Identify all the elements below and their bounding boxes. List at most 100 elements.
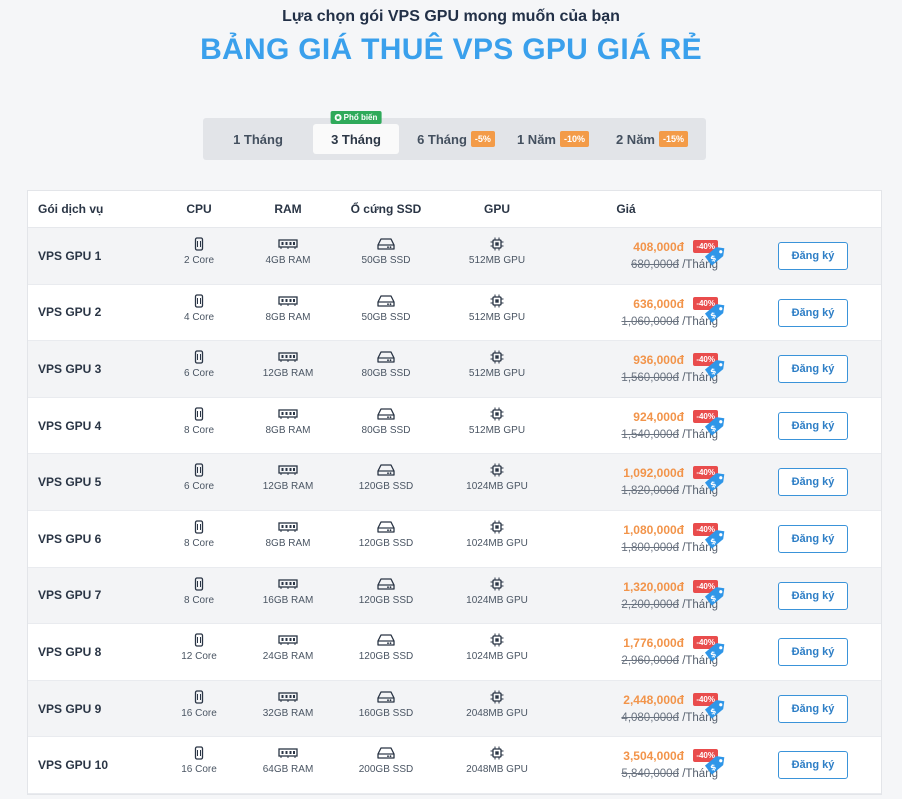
billing-period-tabs: 1 Tháng Phổ biến 3 Tháng 6 Tháng -5% 1 N… (203, 111, 706, 160)
current-price: 1,320,000đ (623, 579, 684, 594)
gpu-cell: 512MB GPU (447, 350, 547, 379)
ssd-cell: 80GB SSD (336, 350, 436, 379)
cpu-value: 6 Core (183, 368, 214, 380)
hard-drive-icon (377, 464, 395, 477)
register-button[interactable]: Đăng ký (778, 242, 848, 270)
price-tag-icon: $ (704, 303, 725, 323)
cpu-icon (194, 690, 204, 704)
current-price: 1,776,000đ (623, 636, 684, 651)
ssd-cell: 120GB SSD (336, 633, 436, 662)
chip-icon (490, 350, 504, 364)
cpu-cell: 16 Core (149, 746, 249, 775)
hard-drive-icon (377, 691, 395, 703)
tab-1-month[interactable]: 1 Tháng (213, 124, 303, 154)
chip-icon (490, 577, 504, 591)
plan-name: VPS GPU 7 (38, 588, 102, 603)
gpu-cell: 1024MB GPU (447, 577, 547, 606)
current-price: 1,080,000đ (623, 522, 684, 537)
hard-drive-icon (377, 521, 395, 533)
register-button[interactable]: Đăng ký (778, 638, 848, 667)
ram-icon (278, 578, 298, 589)
ram-value: 64GB RAM (262, 764, 314, 776)
cpu-value: 8 Core (183, 594, 214, 606)
tab-label: 2 Năm (615, 131, 655, 147)
ssd-value: 80GB SSD (361, 368, 411, 380)
tab-label: 1 Năm (516, 131, 556, 147)
cpu-icon (194, 407, 204, 421)
register-button[interactable]: Đăng ký (778, 468, 848, 497)
gpu-cell: 2048MB GPU (447, 746, 547, 775)
gpu-value: 512MB GPU (468, 255, 526, 266)
col-package: Gói dịch vụ (38, 202, 104, 216)
price-tag-icon: $ (704, 247, 725, 266)
ssd-cell: 120GB SSD (336, 520, 436, 549)
price-cell: 936,000đ -40% 1,560,000đ /Tháng (558, 341, 718, 397)
plan-name: VPS GPU 4 (38, 418, 102, 433)
plan-name: VPS GPU 1 (38, 248, 102, 263)
price-tag-icon: $ (704, 360, 725, 379)
register-button[interactable]: Đăng ký (778, 355, 848, 384)
table-row: VPS GPU 8 12 Core 24GB RAM 120GB SSD 102… (28, 624, 881, 681)
ram-icon (278, 352, 298, 363)
ssd-cell: 50GB SSD (336, 237, 436, 266)
ram-value: 12GB RAM (262, 368, 314, 380)
chip-icon (490, 294, 504, 308)
ram-value: 4GB RAM (265, 255, 311, 266)
ssd-cell: 120GB SSD (336, 577, 436, 606)
old-price-value: 1,820,000đ (621, 485, 679, 498)
plan-name: VPS GPU 9 (38, 701, 102, 716)
hard-drive-icon (377, 634, 395, 646)
ram-value: 8GB RAM (265, 311, 311, 323)
table-row: VPS GPU 9 16 Core 32GB RAM 160GB SSD 204… (28, 680, 881, 738)
ram-cell: 12GB RAM (238, 463, 338, 492)
plan-name: VPS GPU 3 (38, 361, 102, 376)
register-button[interactable]: Đăng ký (778, 411, 848, 440)
ram-cell: 32GB RAM (238, 690, 338, 719)
current-price: 936,000đ (633, 353, 684, 368)
gpu-cell: 512MB GPU (447, 294, 547, 323)
register-button[interactable]: Đăng ký (778, 581, 848, 610)
ram-icon (278, 748, 298, 759)
cpu-cell: 8 Core (149, 576, 249, 606)
register-button[interactable]: Đăng ký (778, 694, 848, 723)
old-price-value: 1,560,000đ (621, 372, 679, 385)
hard-drive-icon (377, 238, 395, 250)
plan-name: VPS GPU 2 (38, 305, 102, 320)
cpu-value: 8 Core (183, 424, 214, 436)
cpu-cell: 8 Core (149, 407, 249, 436)
star-icon (334, 114, 342, 121)
register-button[interactable]: Đăng ký (778, 524, 848, 553)
ssd-value: 120GB SSD (358, 481, 414, 493)
ram-cell: 12GB RAM (238, 350, 338, 379)
col-cpu: CPU (186, 202, 212, 216)
table-row: VPS GPU 4 8 Core 8GB RAM 80GB SSD 512MB … (28, 397, 881, 455)
gpu-cell: 512MB GPU (447, 237, 547, 266)
ssd-value: 80GB SSD (361, 424, 411, 436)
tab-6-months[interactable]: 6 Tháng -5% (411, 124, 501, 154)
tab-1-year[interactable]: 1 Năm -10% (511, 124, 595, 154)
ram-icon (278, 692, 298, 702)
chip-icon (490, 690, 504, 704)
gpu-value: 2048MB GPU (466, 707, 528, 719)
tab-3-months[interactable]: Phổ biến 3 Tháng (313, 111, 399, 154)
ram-cell: 16GB RAM (238, 577, 338, 606)
hard-drive-icon (377, 351, 395, 363)
cpu-value: 4 Core (183, 311, 214, 323)
cpu-value: 6 Core (183, 481, 214, 493)
hard-drive-icon (377, 577, 395, 590)
table-row: VPS GPU 3 6 Core 12GB RAM 80GB SSD 512MB… (28, 341, 881, 398)
gpu-value: 1024MB GPU (466, 594, 528, 606)
gpu-value: 1024MB GPU (466, 651, 528, 663)
gpu-value: 2048MB GPU (466, 764, 528, 776)
tab-2-years[interactable]: 2 Năm -15% (607, 124, 697, 154)
current-price: 3,504,000đ (623, 749, 684, 764)
plan-name: VPS GPU 6 (38, 531, 102, 546)
ram-value: 24GB RAM (262, 651, 314, 663)
cpu-cell: 4 Core (149, 293, 249, 323)
popular-badge: Phổ biến (330, 111, 382, 124)
discount-badge: -15% (659, 131, 689, 147)
table-body: VPS GPU 1 2 Core 4GB RAM 50GB SSD 512MB … (28, 228, 881, 794)
register-button[interactable]: Đăng ký (778, 298, 848, 327)
price-cell: 924,000đ -40% 1,540,000đ /Tháng (558, 398, 718, 454)
register-button[interactable]: Đăng ký (778, 751, 848, 780)
